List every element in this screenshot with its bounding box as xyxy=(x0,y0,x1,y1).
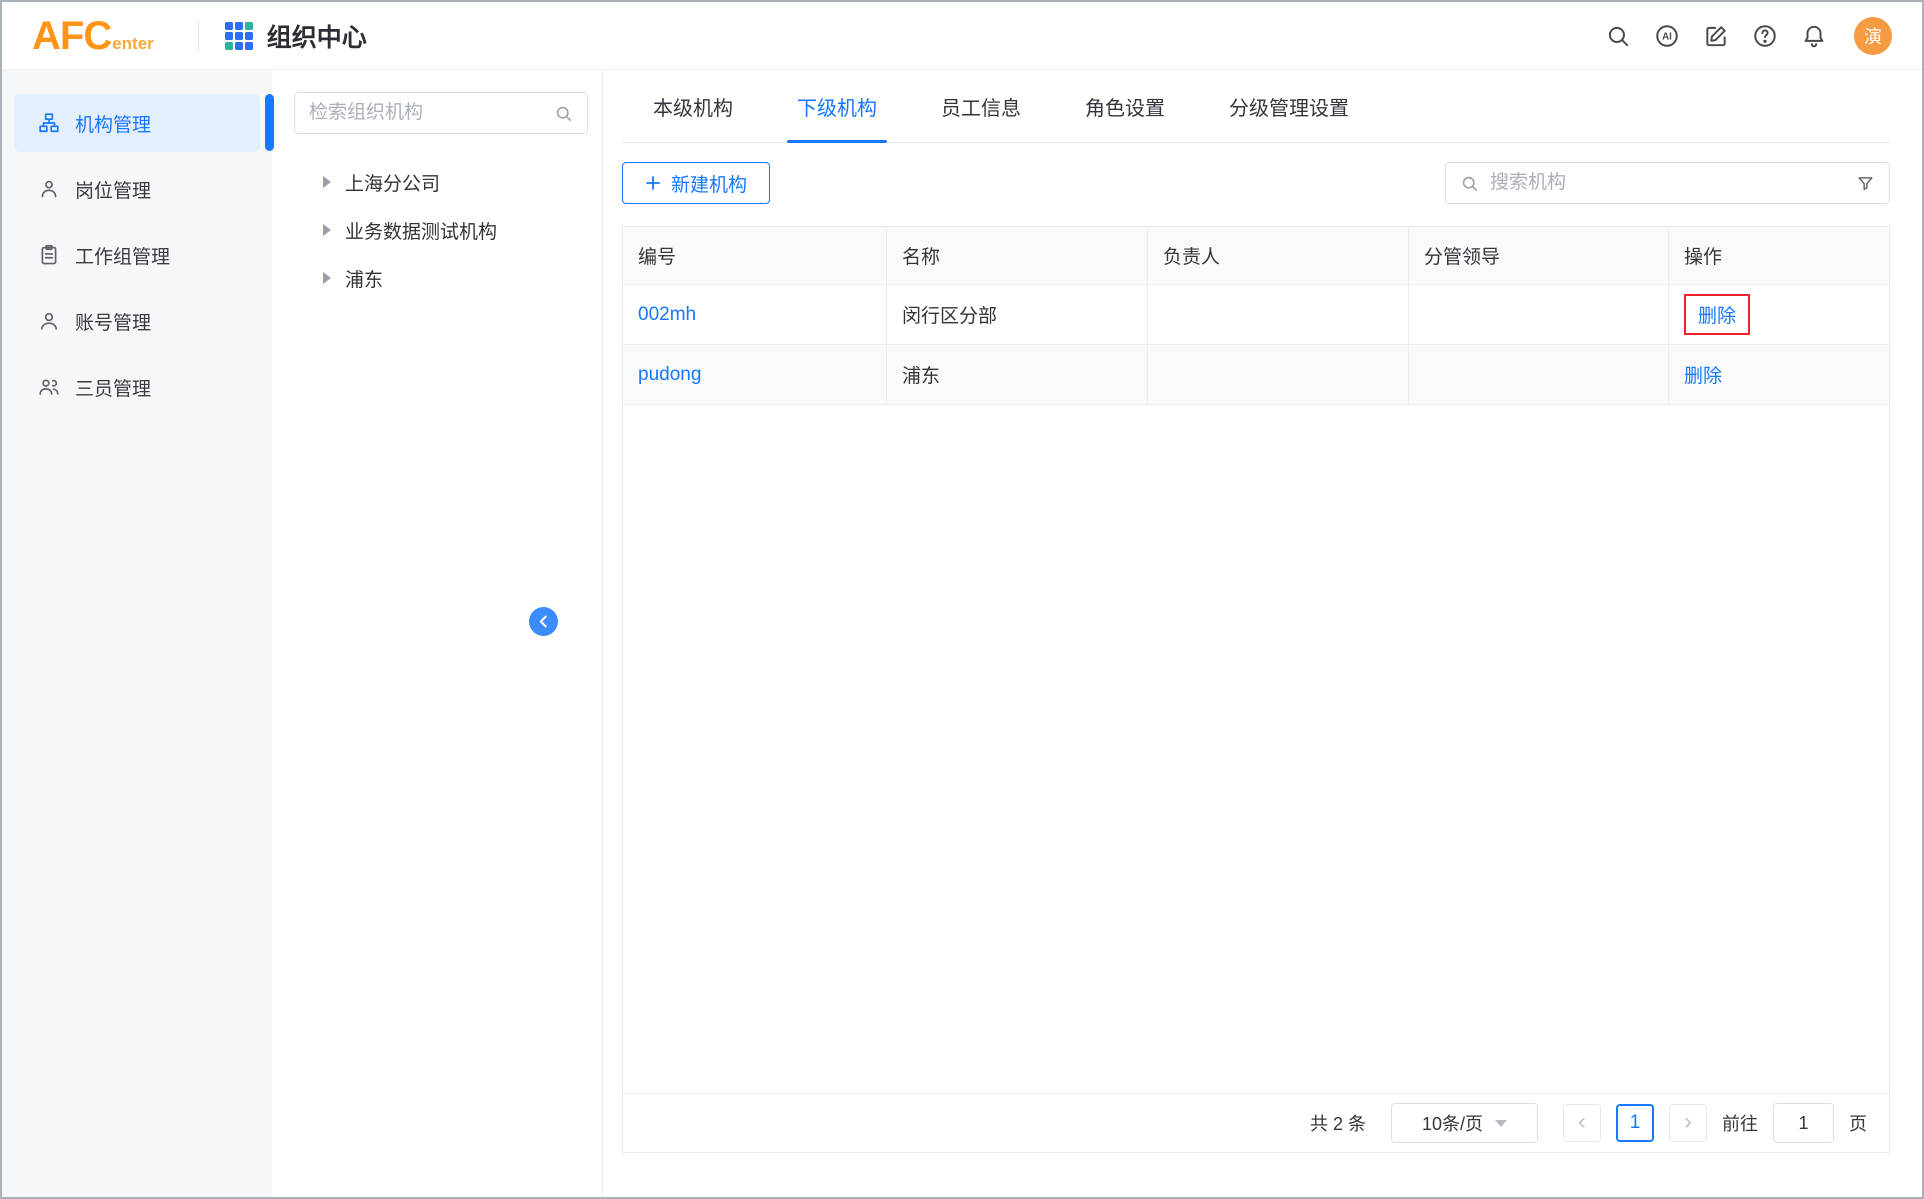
tree-node-shanghai-branch[interactable]: 上海分公司 xyxy=(272,158,602,206)
main-content: 本级机构 下级机构 员工信息 角色设置 分级管理设置 新建机构 xyxy=(603,70,1922,1197)
column-header-owner: 负责人 xyxy=(1148,227,1409,284)
org-leader-cell xyxy=(1409,285,1669,344)
org-table-card: 编号 名称 负责人 分管领导 操作 002mh 闵行区分部 删除 xyxy=(622,226,1890,1153)
help-icon[interactable] xyxy=(1752,23,1778,49)
tree-node-label: 上海分公司 xyxy=(345,169,440,196)
chevron-left-icon xyxy=(537,615,550,628)
notification-bell-icon[interactable] xyxy=(1801,23,1827,49)
page-size-select[interactable]: 10条/页 xyxy=(1391,1103,1538,1143)
caret-right-icon[interactable] xyxy=(323,224,331,236)
search-icon[interactable] xyxy=(1605,23,1631,49)
sidebar-item-label: 三员管理 xyxy=(75,374,151,401)
afc-logo[interactable]: AFC enter xyxy=(32,18,154,54)
sidebar-item-workgroup-management[interactable]: 工作组管理 xyxy=(14,226,260,284)
sidebar-item-label: 机构管理 xyxy=(75,110,151,137)
sidebar-nav: 机构管理 岗位管理 工作组管理 账号管理 xyxy=(2,70,272,1197)
current-page-button[interactable]: 1 xyxy=(1616,1104,1654,1142)
table-empty-space xyxy=(623,405,1889,1093)
goto-page-input[interactable] xyxy=(1773,1103,1834,1143)
org-owner-cell xyxy=(1148,285,1409,344)
sidebar-item-label: 工作组管理 xyxy=(75,242,170,269)
pagination-bar: 共 2 条 10条/页 ‹ 1 › 前往 页 xyxy=(623,1093,1889,1152)
top-header: AFC enter 组织中心 AI xyxy=(2,2,1922,70)
page-title: 组织中心 xyxy=(267,18,367,54)
header-divider xyxy=(198,21,199,51)
chevron-down-icon xyxy=(1495,1120,1507,1127)
plus-icon xyxy=(645,175,661,191)
sidebar-item-org-management[interactable]: 机构管理 xyxy=(14,94,260,152)
logo-text-sub: enter xyxy=(112,35,154,54)
ai-assistant-icon[interactable]: AI xyxy=(1654,23,1680,49)
table-row: 002mh 闵行区分部 删除 xyxy=(623,285,1889,345)
tab-sub-level-org[interactable]: 下级机构 xyxy=(795,70,879,142)
svg-text:AI: AI xyxy=(1662,31,1672,42)
person-badge-icon xyxy=(38,178,60,200)
create-org-button-label: 新建机构 xyxy=(671,170,747,197)
tree-node-list: 上海分公司 业务数据测试机构 浦东 xyxy=(272,134,602,302)
tab-hierarchical-management-settings[interactable]: 分级管理设置 xyxy=(1227,70,1351,142)
user-avatar[interactable]: 演 xyxy=(1854,17,1892,55)
column-header-leader: 分管领导 xyxy=(1409,227,1669,284)
org-name-cell: 闵行区分部 xyxy=(887,285,1148,344)
tree-node-label: 业务数据测试机构 xyxy=(345,217,497,244)
search-icon[interactable] xyxy=(554,104,573,123)
org-code-link[interactable]: pudong xyxy=(638,364,701,386)
apps-grid-icon[interactable] xyxy=(225,22,253,50)
user-icon xyxy=(38,310,60,332)
column-header-actions: 操作 xyxy=(1669,227,1889,284)
delete-highlight-box: 删除 xyxy=(1684,294,1750,335)
clipboard-icon xyxy=(38,244,60,266)
create-org-button[interactable]: 新建机构 xyxy=(622,162,770,204)
column-header-code: 编号 xyxy=(623,227,887,284)
column-header-name: 名称 xyxy=(887,227,1148,284)
collapse-panel-button[interactable] xyxy=(529,607,558,636)
body-layout: 机构管理 岗位管理 工作组管理 账号管理 xyxy=(2,70,1922,1197)
delete-link[interactable]: 删除 xyxy=(1684,361,1722,388)
page-size-value: 10条/页 xyxy=(1422,1110,1483,1136)
caret-right-icon[interactable] xyxy=(323,176,331,188)
org-search-box xyxy=(1445,162,1890,204)
tree-search-input[interactable] xyxy=(309,102,554,124)
org-tree-panel: 上海分公司 业务数据测试机构 浦东 xyxy=(272,70,603,1197)
tab-employee-info[interactable]: 员工信息 xyxy=(939,70,1023,142)
org-owner-cell xyxy=(1148,345,1409,404)
prev-page-button[interactable]: ‹ xyxy=(1563,1104,1601,1142)
sidebar-item-position-management[interactable]: 岗位管理 xyxy=(14,160,260,218)
filter-funnel-icon[interactable] xyxy=(1856,174,1875,193)
org-code-link[interactable]: 002mh xyxy=(638,304,696,326)
goto-label: 前往 xyxy=(1722,1110,1758,1136)
org-leader-cell xyxy=(1409,345,1669,404)
sidebar-item-three-admins-management[interactable]: 三员管理 xyxy=(14,358,260,416)
tree-node-pudong[interactable]: 浦东 xyxy=(272,254,602,302)
users-group-icon xyxy=(38,376,60,398)
toolbar: 新建机构 xyxy=(622,162,1890,204)
tab-role-settings[interactable]: 角色设置 xyxy=(1083,70,1167,142)
search-icon xyxy=(1460,174,1479,193)
table-header-row: 编号 名称 负责人 分管领导 操作 xyxy=(623,227,1889,285)
total-count-label: 共 2 条 xyxy=(1310,1110,1366,1136)
caret-right-icon[interactable] xyxy=(323,272,331,284)
tree-node-label: 浦东 xyxy=(345,265,383,292)
tab-current-level-org[interactable]: 本级机构 xyxy=(651,70,735,142)
tree-node-business-data-test-org[interactable]: 业务数据测试机构 xyxy=(272,206,602,254)
sidebar-item-account-management[interactable]: 账号管理 xyxy=(14,292,260,350)
header-actions: AI 演 xyxy=(1605,17,1892,55)
compose-icon[interactable] xyxy=(1703,23,1729,49)
app-window: AFC enter 组织中心 AI xyxy=(0,0,1924,1199)
table-row: pudong 浦东 删除 xyxy=(623,345,1889,405)
org-chart-icon xyxy=(38,112,60,134)
org-search-input[interactable] xyxy=(1490,172,1845,194)
delete-link[interactable]: 删除 xyxy=(1698,301,1736,328)
next-page-button[interactable]: › xyxy=(1669,1104,1707,1142)
sidebar-item-label: 岗位管理 xyxy=(75,176,151,203)
sidebar-item-label: 账号管理 xyxy=(75,308,151,335)
logo-text-main: AFC xyxy=(32,18,111,54)
tree-search-box xyxy=(294,92,588,134)
tab-bar: 本级机构 下级机构 员工信息 角色设置 分级管理设置 xyxy=(622,70,1890,143)
page-unit-label: 页 xyxy=(1849,1110,1867,1136)
org-name-cell: 浦东 xyxy=(887,345,1148,404)
sidebar-active-indicator xyxy=(265,94,274,151)
